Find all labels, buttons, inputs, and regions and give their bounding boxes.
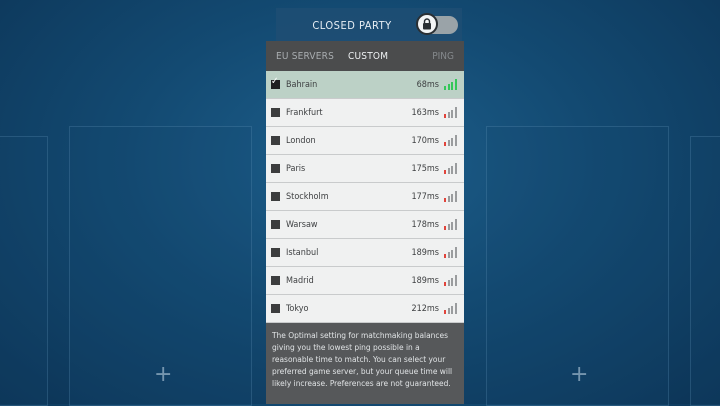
signal-bar [447, 252, 450, 258]
tab-custom[interactable]: CUSTOM [348, 51, 388, 62]
server-row-stockholm[interactable]: Stockholm 177ms [266, 183, 464, 211]
signal-strength-icon [444, 191, 458, 202]
signal-bar [451, 250, 453, 258]
signal-bar [447, 112, 450, 118]
server-checkbox[interactable] [271, 304, 280, 313]
server-ping: 68ms [416, 79, 439, 90]
server-ping: 170ms [411, 135, 439, 146]
signal-bar [444, 170, 446, 174]
server-row-frankfurt[interactable]: Frankfurt 163ms [266, 99, 464, 127]
signal-bar [444, 114, 446, 118]
server-row-paris[interactable]: Paris 175ms [266, 155, 464, 183]
signal-bar [447, 224, 450, 230]
background-slot-right-edge [690, 136, 720, 406]
server-name: Bahrain [286, 79, 318, 90]
party-title: CLOSED PARTY [312, 18, 392, 32]
lock-icon [416, 13, 438, 35]
server-name: London [286, 135, 316, 146]
signal-bar [454, 303, 457, 314]
server-name: Frankfurt [286, 107, 323, 118]
signal-bar [444, 282, 446, 286]
server-row-madrid[interactable]: Madrid 189ms [266, 267, 464, 295]
server-row-tokyo[interactable]: Tokyo 212ms [266, 295, 464, 323]
server-row-london[interactable]: London 170ms [266, 127, 464, 155]
signal-bar [444, 254, 446, 258]
matchmaking-info-text: The Optimal setting for matchmaking bala… [266, 323, 464, 404]
tab-eu-servers[interactable]: EU SERVERS [276, 51, 334, 62]
signal-bar [454, 219, 457, 230]
server-ping: 175ms [411, 163, 439, 174]
server-name: Madrid [286, 275, 314, 286]
signal-bar [447, 280, 450, 286]
signal-bar [447, 196, 450, 202]
signal-bar [454, 275, 457, 286]
server-ping: 178ms [411, 219, 439, 230]
server-checkbox[interactable] [271, 108, 280, 117]
server-checkbox[interactable] [271, 276, 280, 285]
signal-bar [451, 82, 453, 90]
server-ping: 163ms [411, 107, 439, 118]
server-row-istanbul[interactable]: Istanbul 189ms [266, 239, 464, 267]
signal-strength-icon [444, 275, 458, 286]
signal-bar [454, 135, 457, 146]
server-checkbox[interactable] [271, 136, 280, 145]
server-name: Stockholm [286, 191, 329, 202]
signal-bar [451, 138, 453, 146]
party-privacy-bar: CLOSED PARTY [276, 8, 462, 42]
closed-party-toggle[interactable] [416, 13, 458, 35]
add-player-right-icon[interactable]: + [570, 364, 588, 386]
add-player-left-icon[interactable]: + [154, 364, 172, 386]
signal-strength-icon [444, 303, 458, 314]
signal-bar [451, 222, 453, 230]
server-select-panel: EU SERVERS CUSTOM PING ✓ Bahrain 68ms Fr… [266, 41, 464, 404]
signal-bar [444, 310, 446, 314]
server-checkbox[interactable] [271, 192, 280, 201]
background-slot-left-edge [0, 136, 48, 406]
server-checkbox[interactable] [271, 248, 280, 257]
server-list: ✓ Bahrain 68ms Frankfurt 163ms London 17… [266, 71, 464, 323]
server-name: Warsaw [286, 219, 318, 230]
signal-bar [451, 278, 453, 286]
signal-bar [454, 247, 457, 258]
signal-strength-icon [444, 107, 458, 118]
signal-bar [444, 198, 446, 202]
signal-bar [454, 107, 457, 118]
server-name: Istanbul [286, 247, 319, 258]
signal-bar [447, 168, 450, 174]
signal-bar [447, 140, 450, 146]
signal-strength-icon [444, 247, 458, 258]
server-tabs: EU SERVERS CUSTOM PING [266, 41, 464, 71]
signal-bar [451, 166, 453, 174]
server-ping: 177ms [411, 191, 439, 202]
server-ping: 189ms [411, 275, 439, 286]
signal-bar [451, 194, 453, 202]
signal-strength-icon [444, 219, 458, 230]
signal-bar [454, 79, 457, 90]
signal-strength-icon [444, 135, 458, 146]
signal-strength-icon [444, 79, 458, 90]
signal-bar [451, 110, 453, 118]
signal-bar [454, 191, 457, 202]
server-checkbox[interactable] [271, 220, 280, 229]
signal-bar [444, 142, 446, 146]
signal-bar [447, 308, 450, 314]
server-name: Paris [286, 163, 306, 174]
server-checkbox[interactable] [271, 164, 280, 173]
server-ping: 189ms [411, 247, 439, 258]
ping-column-header: PING [432, 50, 454, 62]
signal-strength-icon [444, 163, 458, 174]
server-ping: 212ms [411, 303, 439, 314]
server-row-warsaw[interactable]: Warsaw 178ms [266, 211, 464, 239]
checkmark-icon: ✓ [271, 76, 279, 87]
server-row-bahrain[interactable]: ✓ Bahrain 68ms [266, 71, 464, 99]
server-name: Tokyo [286, 303, 309, 314]
signal-bar [451, 306, 453, 314]
signal-bar [454, 163, 457, 174]
signal-bar [444, 86, 446, 90]
signal-bar [444, 226, 446, 230]
signal-bar [447, 84, 450, 90]
server-checkbox[interactable]: ✓ [271, 76, 280, 89]
